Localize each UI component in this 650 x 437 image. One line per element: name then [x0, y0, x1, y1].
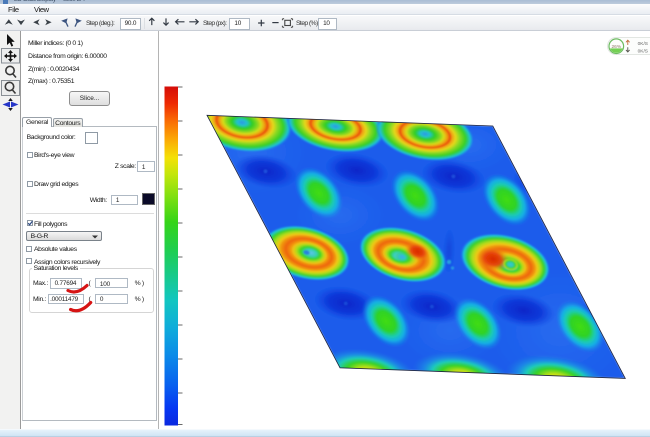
svg-text:0K/S: 0K/S — [638, 48, 648, 54]
svg-text:0K/S: 0K/S — [638, 41, 648, 47]
svg-text:26%: 26% — [611, 44, 621, 50]
